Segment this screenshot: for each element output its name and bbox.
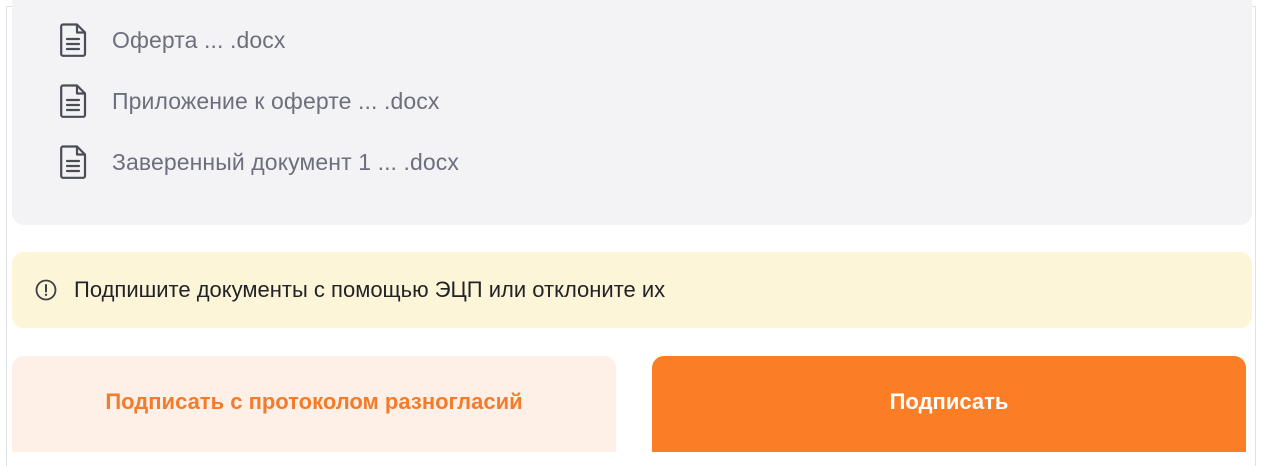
file-name[interactable]: Заверенный документ 1 ... .docx [112, 149, 459, 176]
document-icon [60, 23, 87, 57]
file-item[interactable]: Заверенный документ 1 ... .docx [60, 142, 459, 182]
signature-notice: Подпишите документы с помощью ЭЦП или от… [12, 252, 1252, 328]
document-icon [60, 84, 87, 118]
info-circle-icon [35, 279, 57, 301]
notice-text: Подпишите документы с помощью ЭЦП или от… [74, 277, 666, 302]
file-name[interactable]: Оферта ... .docx [112, 27, 285, 54]
file-item[interactable]: Оферта ... .docx [60, 20, 285, 60]
attached-files-panel: Оферта ... .docx Приложение к оферте ...… [12, 0, 1252, 225]
file-name[interactable]: Приложение к оферте ... .docx [112, 88, 439, 115]
document-icon [60, 145, 87, 179]
sign-with-protocol-button[interactable]: Подписать с протоколом разногласий [12, 356, 616, 452]
file-item[interactable]: Приложение к оферте ... .docx [60, 81, 439, 121]
sign-button[interactable]: Подписать [652, 356, 1246, 452]
